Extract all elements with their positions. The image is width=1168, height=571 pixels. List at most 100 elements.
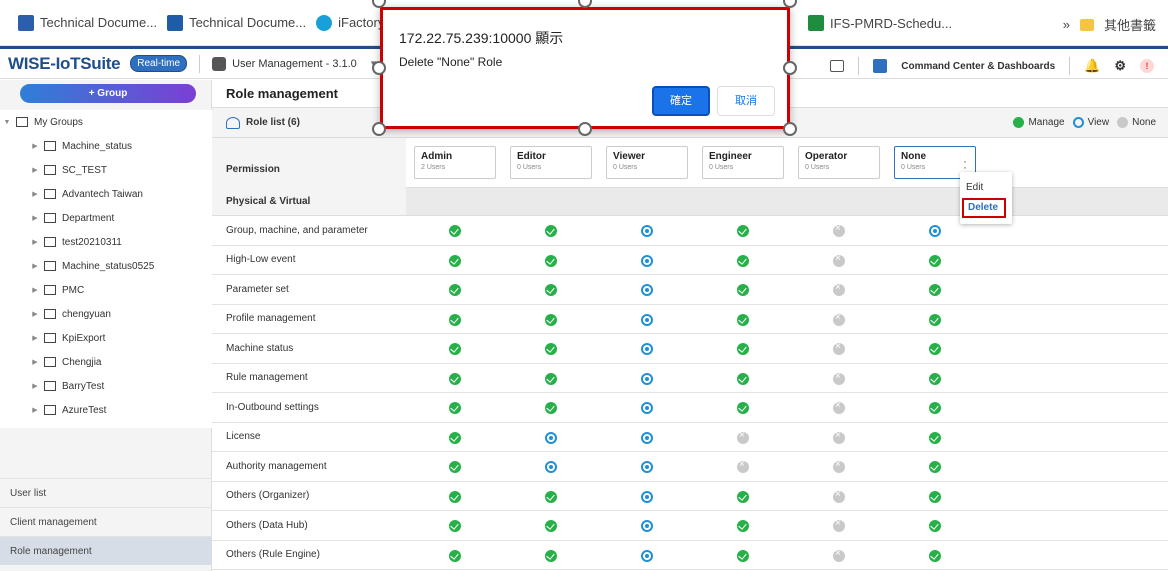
bookmark-item[interactable]: Technical Docume... [18, 14, 157, 31]
permission-view-icon[interactable] [641, 284, 653, 296]
more-bookmarks-button[interactable]: » [1063, 17, 1070, 32]
role-card-operator[interactable]: Operator 0 Users [798, 146, 880, 179]
permission-manage-icon[interactable] [545, 402, 557, 414]
tree-group-item[interactable]: ▶ chengyuan [0, 302, 212, 326]
permission-view-icon[interactable] [641, 461, 653, 473]
alert-icon[interactable]: ! [1140, 59, 1154, 73]
permission-manage-icon[interactable] [737, 225, 749, 237]
role-card-engineer[interactable]: Engineer 0 Users [702, 146, 784, 179]
permission-manage-icon[interactable] [449, 254, 461, 267]
permission-manage-icon[interactable] [737, 490, 749, 503]
permission-view-icon[interactable] [545, 431, 557, 444]
tree-group-item[interactable]: ▶ KpiExport [0, 326, 212, 350]
permission-manage-icon[interactable] [737, 549, 749, 562]
permission-manage-icon[interactable] [545, 343, 557, 355]
tree-root[interactable]: ▼ My Groups [0, 110, 212, 134]
caret-right-icon[interactable]: ▶ [30, 166, 40, 174]
permission-manage-icon[interactable] [929, 254, 941, 267]
resize-handle[interactable] [783, 122, 797, 136]
command-center-link[interactable]: Command Center & Dashboards [901, 61, 1055, 72]
permission-manage-icon[interactable] [545, 549, 557, 562]
permission-manage-icon[interactable] [449, 490, 461, 503]
caret-right-icon[interactable]: ▶ [30, 310, 40, 318]
permission-manage-icon[interactable] [929, 431, 941, 444]
permission-view-icon[interactable] [641, 254, 653, 267]
role-card-admin[interactable]: Admin 2 Users [414, 146, 496, 179]
permission-manage-icon[interactable] [545, 254, 557, 267]
tree-group-item[interactable]: ▶ AzureTest [0, 398, 212, 422]
tree-group-item[interactable]: ▶ BarryTest [0, 374, 212, 398]
edit-role-option[interactable]: Edit [960, 178, 1012, 198]
permission-manage-icon[interactable] [449, 402, 461, 414]
permission-manage-icon[interactable] [449, 313, 461, 326]
tree-group-item[interactable]: ▶ SC_TEST [0, 158, 212, 182]
permission-manage-icon[interactable] [449, 431, 461, 444]
permission-manage-icon[interactable] [737, 372, 749, 385]
permission-none-icon[interactable] [833, 430, 845, 444]
permission-view-icon[interactable] [641, 431, 653, 444]
permission-manage-icon[interactable] [929, 520, 941, 532]
caret-right-icon[interactable]: ▶ [30, 406, 40, 414]
permission-manage-icon[interactable] [545, 284, 557, 296]
permission-none-icon[interactable] [833, 223, 845, 237]
permission-view-icon[interactable] [641, 225, 653, 237]
role-card-editor[interactable]: Editor 0 Users [510, 146, 592, 179]
permission-none-icon[interactable] [833, 489, 845, 503]
other-bookmarks[interactable]: 其他書籤 [1104, 15, 1156, 34]
permission-view-icon[interactable] [641, 549, 653, 562]
permission-manage-icon[interactable] [737, 284, 749, 296]
caret-down-icon[interactable]: ▼ [2, 119, 12, 126]
permission-none-icon[interactable] [833, 459, 845, 473]
caret-right-icon[interactable]: ▶ [30, 382, 40, 390]
permission-none-icon[interactable] [833, 400, 845, 414]
resize-handle[interactable] [372, 61, 386, 75]
caret-right-icon[interactable]: ▶ [30, 286, 40, 294]
tree-group-item[interactable]: ▶ Machine_status0525 [0, 254, 212, 278]
bookmark-item[interactable]: IFS-PMRD-Schedu... [808, 15, 952, 31]
tree-group-item[interactable]: ▶ Advantech Taiwan [0, 182, 212, 206]
permission-manage-icon[interactable] [929, 402, 941, 414]
delete-role-option[interactable]: Delete [962, 198, 1006, 218]
permission-manage-icon[interactable] [929, 461, 941, 473]
permission-manage-icon[interactable] [737, 520, 749, 532]
role-card-viewer[interactable]: Viewer 0 Users [606, 146, 688, 179]
permission-manage-icon[interactable] [737, 313, 749, 326]
permission-none-icon[interactable] [833, 518, 845, 532]
add-group-button[interactable]: + Group [20, 84, 196, 103]
permission-manage-icon[interactable] [737, 254, 749, 267]
permission-view-icon[interactable] [929, 225, 941, 237]
permission-none-icon[interactable] [833, 371, 845, 385]
nav-user-list[interactable]: User list [0, 478, 212, 507]
resize-handle[interactable] [783, 61, 797, 75]
permission-manage-icon[interactable] [545, 490, 557, 503]
resize-handle[interactable] [372, 122, 386, 136]
cancel-button[interactable]: 取消 [717, 86, 775, 116]
permission-manage-icon[interactable] [545, 313, 557, 326]
permission-manage-icon[interactable] [929, 490, 941, 503]
permission-view-icon[interactable] [641, 372, 653, 385]
permission-none-icon[interactable] [737, 430, 749, 444]
permission-none-icon[interactable] [833, 282, 845, 296]
nav-role-management[interactable]: Role management [0, 536, 212, 565]
tree-group-item[interactable]: ▶ Department [0, 206, 212, 230]
permission-none-icon[interactable] [833, 548, 845, 562]
permission-view-icon[interactable] [641, 343, 653, 355]
bag-icon[interactable] [830, 60, 845, 72]
tree-group-item[interactable]: ▶ Chengjia [0, 350, 212, 374]
permission-manage-icon[interactable] [449, 549, 461, 562]
permission-manage-icon[interactable] [545, 520, 557, 532]
nav-client-management[interactable]: Client management [0, 507, 212, 536]
permission-manage-icon[interactable] [929, 343, 941, 355]
permission-manage-icon[interactable] [929, 372, 941, 385]
tree-group-item[interactable]: ▶ test20210311 [0, 230, 212, 254]
permission-manage-icon[interactable] [449, 520, 461, 532]
tree-group-item[interactable]: ▶ Machine_status [0, 134, 212, 158]
tree-group-item[interactable]: ▶ PMC [0, 278, 212, 302]
permission-manage-icon[interactable] [737, 343, 749, 355]
permission-none-icon[interactable] [833, 341, 845, 355]
permission-none-icon[interactable] [833, 312, 845, 326]
permission-manage-icon[interactable] [737, 402, 749, 414]
caret-right-icon[interactable]: ▶ [30, 190, 40, 198]
permission-manage-icon[interactable] [449, 343, 461, 355]
resize-handle[interactable] [578, 122, 592, 136]
